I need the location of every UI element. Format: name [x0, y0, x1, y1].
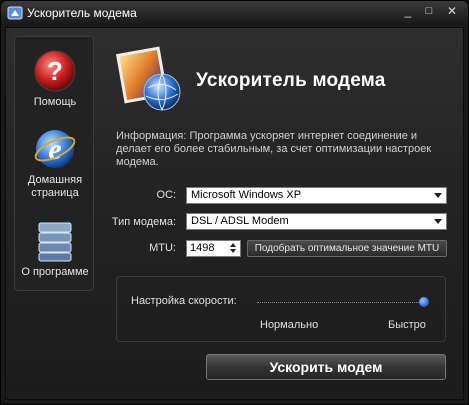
- os-label: ОС:: [156, 189, 176, 201]
- network-globe-icon: [115, 46, 181, 111]
- spin-buttons[interactable]: [227, 242, 239, 255]
- sidebar: ? Помощь e Домашняя страница О программе: [14, 36, 94, 291]
- spin-up-icon[interactable]: [230, 243, 236, 247]
- help-icon: ?: [34, 50, 76, 92]
- client-area: ? Помощь e Домашняя страница О программе…: [5, 27, 464, 400]
- sidebar-item-help[interactable]: ? Помощь: [15, 49, 95, 109]
- os-select[interactable]: Microsoft Windows XP: [186, 187, 447, 204]
- app-icon: [7, 6, 23, 20]
- speed-slider-track[interactable]: [257, 302, 429, 303]
- main-panel: Ускоритель модема Информация: Программа …: [102, 36, 458, 392]
- sidebar-item-label: О программе: [21, 266, 89, 278]
- speed-settings-group: Настройка скорости: Нормально Быстро: [116, 276, 446, 342]
- internet-explorer-icon: e: [34, 130, 76, 168]
- page-title: Ускоритель модема: [196, 70, 386, 91]
- modem-type-value: DSL / ADSL Modem: [191, 215, 289, 227]
- sidebar-item-about[interactable]: О программе: [15, 219, 95, 279]
- svg-text:?: ?: [47, 56, 63, 86]
- window-title: Ускоритель модема: [27, 6, 137, 20]
- spin-down-icon[interactable]: [230, 249, 236, 253]
- speed-label: Настройка скорости:: [131, 295, 237, 307]
- speed-slider-thumb[interactable]: [418, 297, 429, 307]
- mtu-label: MTU:: [149, 242, 176, 254]
- sidebar-item-label: Домашняя страница: [27, 174, 83, 199]
- modem-type-label: Тип модема:: [111, 216, 176, 228]
- chevron-down-icon: [434, 219, 442, 224]
- speed-min-label: Нормально: [260, 319, 319, 331]
- sidebar-item-label: Помощь: [33, 96, 77, 108]
- speed-max-label: Быстро: [388, 319, 426, 331]
- server-stack-icon: [38, 222, 72, 262]
- minimize-button[interactable]: _: [398, 4, 418, 20]
- info-text: Информация: Программа ускоряет интернет …: [116, 130, 432, 168]
- sidebar-item-homepage[interactable]: e Домашняя страница: [15, 127, 95, 200]
- optimize-mtu-button[interactable]: Подобрать оптимальное значение MTU: [247, 240, 447, 257]
- os-select-value: Microsoft Windows XP: [191, 189, 302, 201]
- boost-modem-button[interactable]: Ускорить модем: [206, 354, 446, 380]
- modem-type-select[interactable]: DSL / ADSL Modem: [186, 213, 447, 230]
- title-bar[interactable]: Ускоритель модема _ □ ✕: [1, 1, 468, 25]
- mtu-stepper[interactable]: 1498: [186, 240, 241, 257]
- maximize-button[interactable]: □: [419, 4, 439, 20]
- app-window: Ускоритель модема _ □ ✕ ? Помощь e Домаш…: [0, 0, 469, 405]
- mtu-value: 1498: [190, 242, 215, 254]
- close-button[interactable]: ✕: [440, 4, 464, 20]
- chevron-down-icon: [434, 193, 442, 198]
